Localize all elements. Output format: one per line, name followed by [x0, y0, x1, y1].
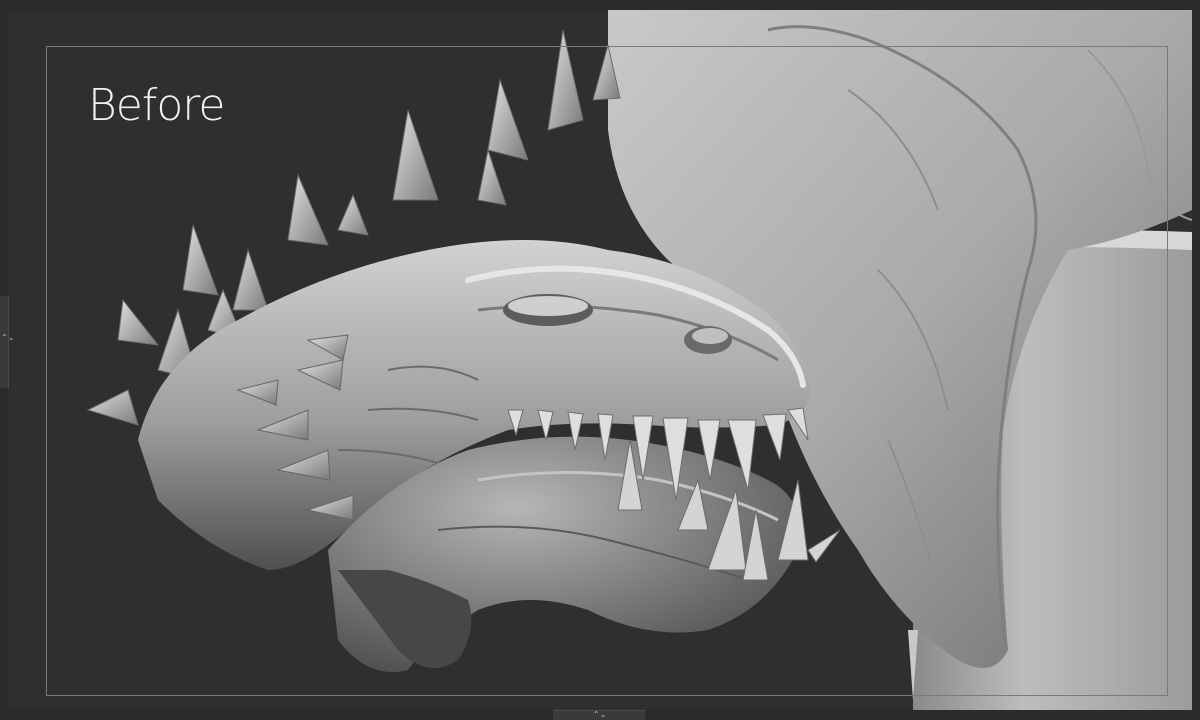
before-label: Before [88, 80, 225, 131]
bottom-panel-handle[interactable]: ⌃⌄ [553, 710, 645, 720]
collapse-arrows-icon: ⌃⌄ [1, 333, 15, 342]
sculpt-viewport[interactable]: Before [8, 10, 1192, 710]
app-window: Before ⌃⌄ ⌃⌄ [0, 0, 1200, 720]
collapse-arrows-icon: ⌃⌄ [593, 710, 607, 719]
left-panel-handle[interactable]: ⌃⌄ [0, 296, 14, 388]
